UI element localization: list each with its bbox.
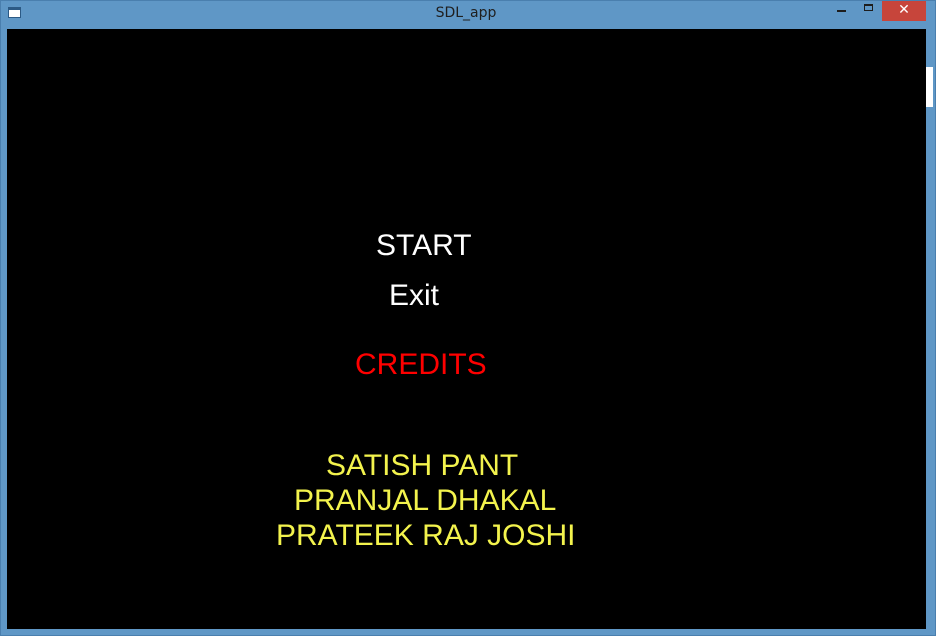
credit-name-2: PRANJAL DHAKAL bbox=[294, 484, 557, 517]
credits-heading: CREDITS bbox=[355, 348, 487, 381]
window-title: SDL_app bbox=[435, 5, 497, 21]
window-edge-highlight bbox=[926, 67, 933, 107]
maximize-button[interactable] bbox=[856, 1, 882, 21]
start-button[interactable]: START bbox=[376, 229, 472, 263]
maximize-icon bbox=[864, 4, 873, 11]
close-icon: ✕ bbox=[898, 2, 910, 18]
credit-name-1: SATISH PANT bbox=[326, 449, 519, 482]
close-button[interactable]: ✕ bbox=[882, 1, 926, 21]
exit-button[interactable]: Exit bbox=[389, 279, 439, 313]
minimize-button[interactable] bbox=[829, 1, 855, 21]
app-window: SDL_app ✕ START Exit CREDITS SATISH PANT… bbox=[0, 0, 936, 636]
game-canvas[interactable]: START Exit CREDITS SATISH PANT PRANJAL D… bbox=[7, 29, 926, 629]
credit-name-3: PRATEEK RAJ JOSHI bbox=[276, 519, 576, 552]
minimize-icon bbox=[837, 10, 846, 12]
title-bar[interactable]: SDL_app ✕ bbox=[1, 1, 935, 28]
